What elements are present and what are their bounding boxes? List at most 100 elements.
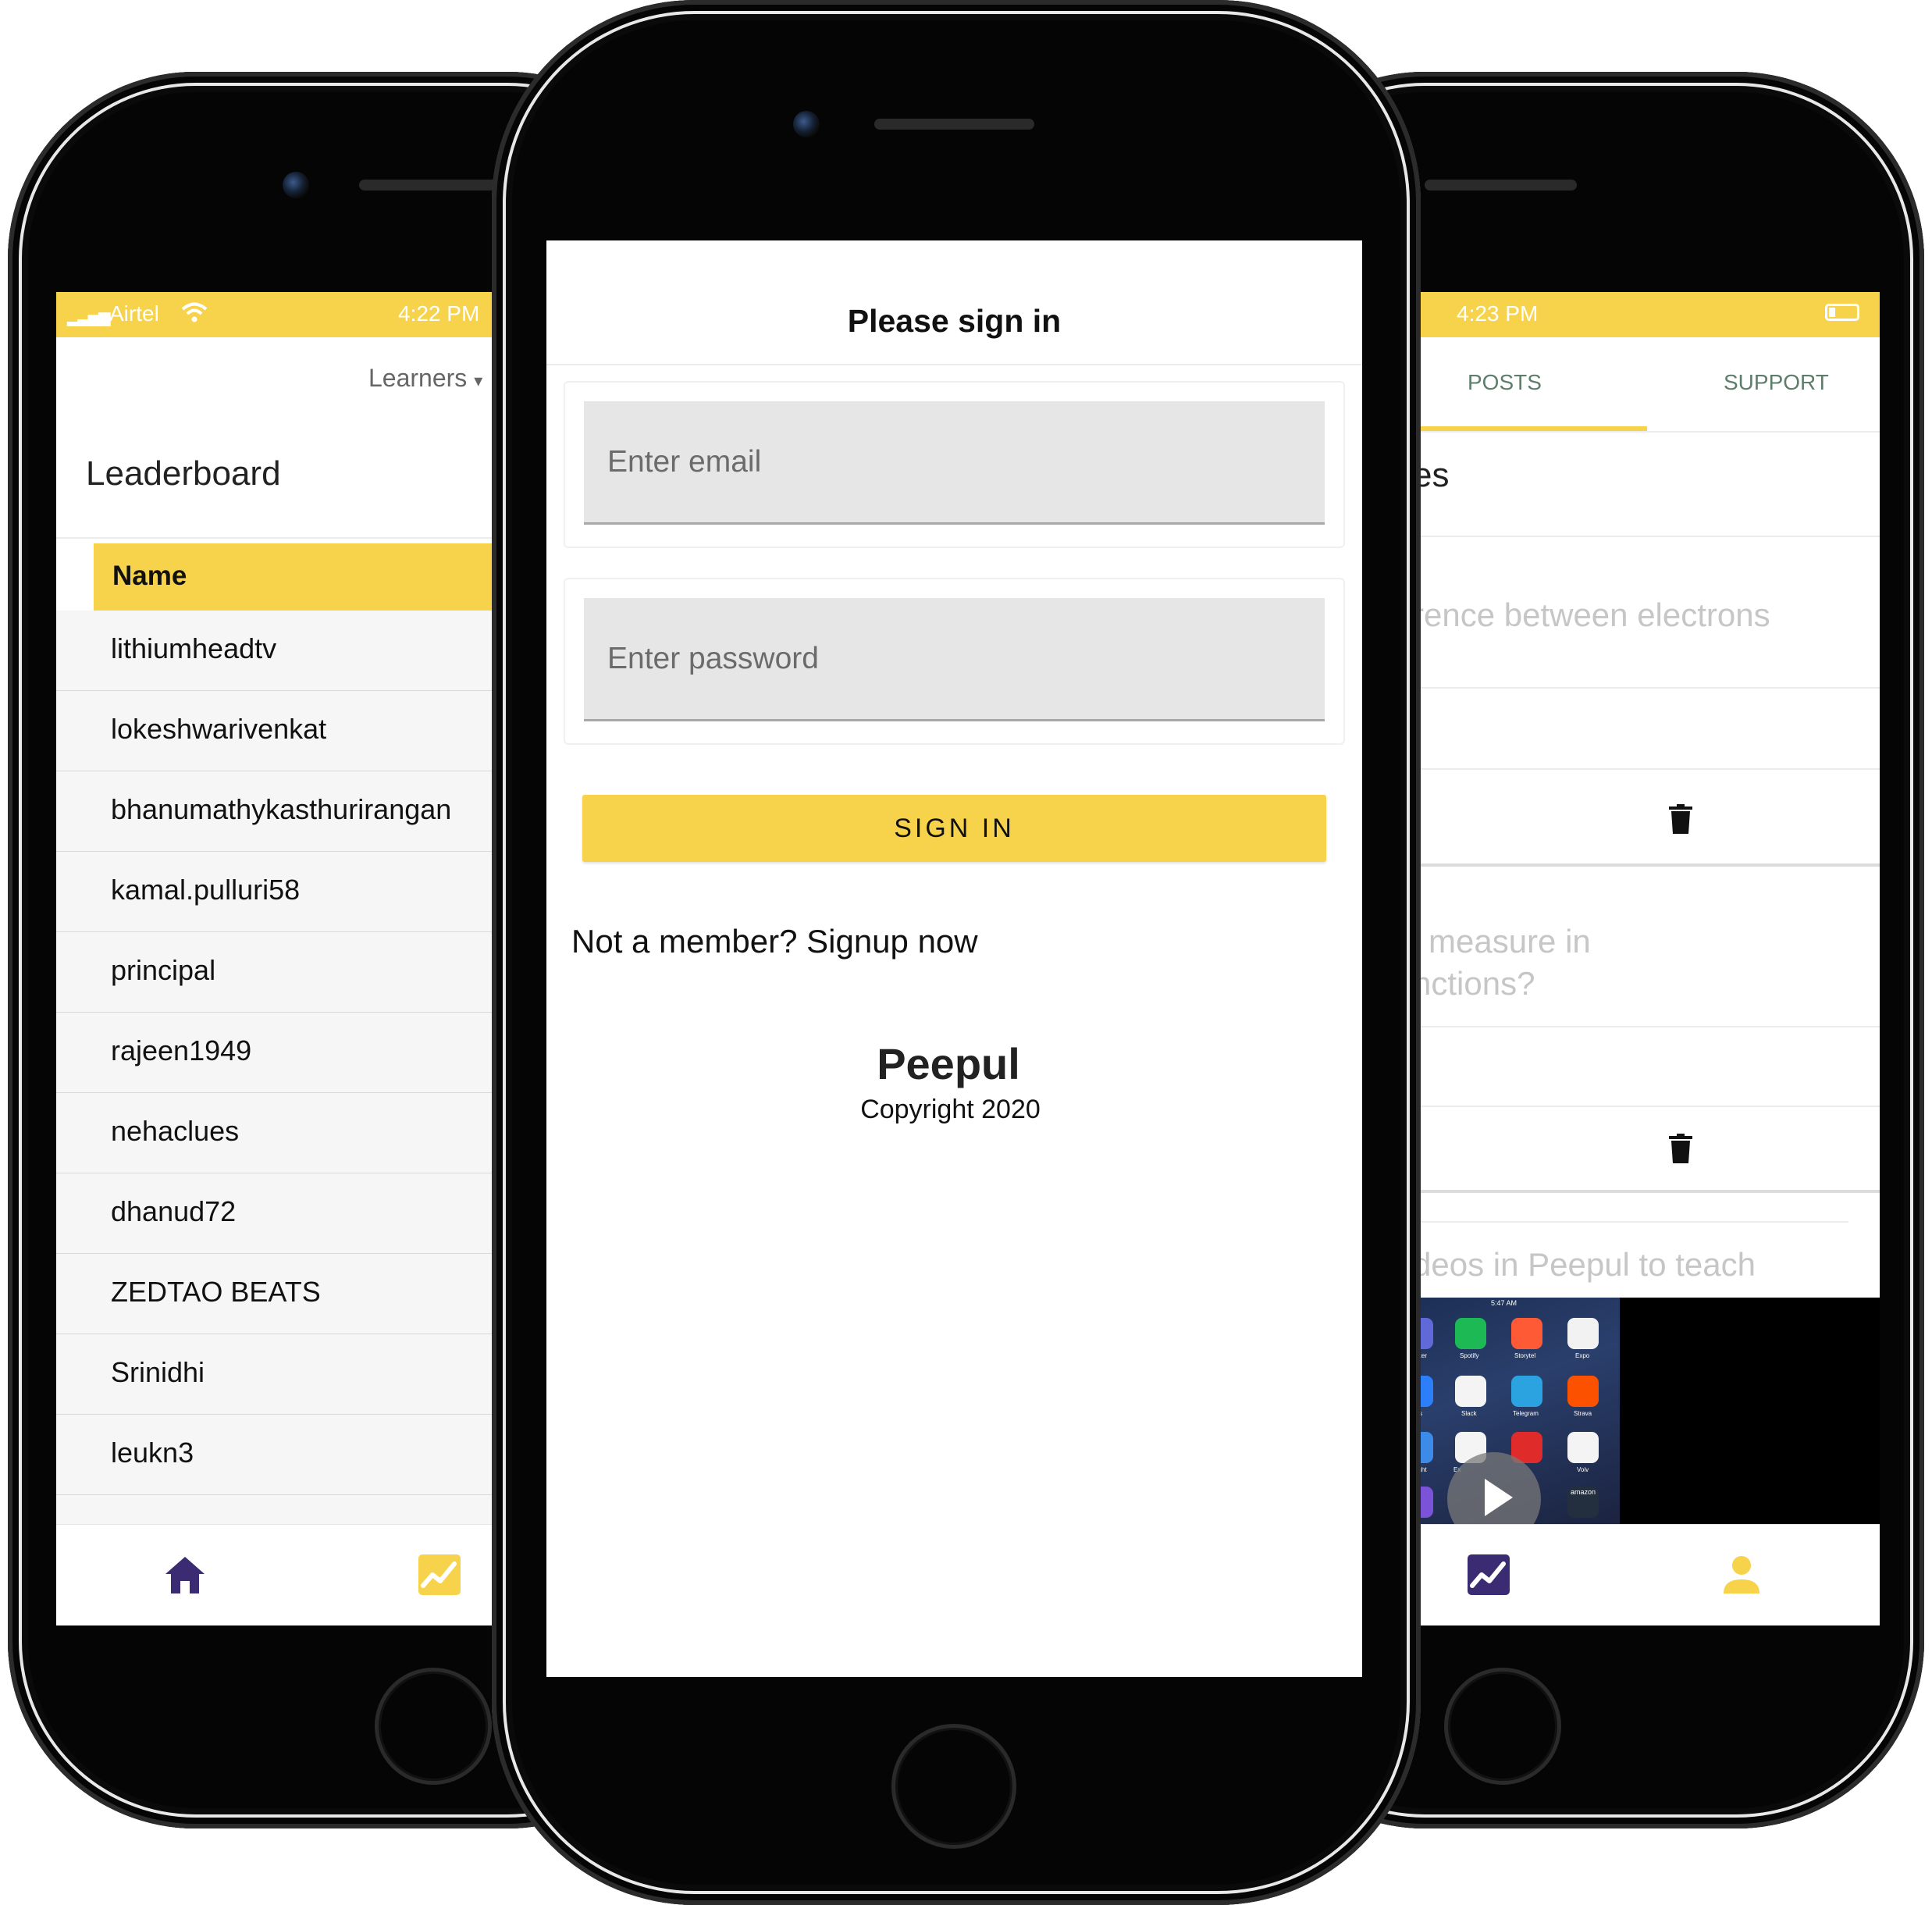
play-button-icon[interactable] [1447, 1452, 1541, 1524]
camera-icon [793, 111, 820, 137]
app-icon [1511, 1376, 1542, 1407]
column-name-header: Name [112, 561, 187, 591]
table-row [56, 1495, 509, 1524]
learners-dropdown[interactable]: Learners ▾ [368, 364, 482, 393]
app-label: Storytel [1514, 1352, 1536, 1359]
divider [1413, 536, 1880, 537]
app-icon [1455, 1376, 1486, 1407]
battery-icon [1825, 304, 1859, 321]
divider [56, 537, 509, 539]
divider [546, 364, 1362, 365]
home-button[interactable] [375, 1668, 492, 1785]
sign-in-label: SIGN IN [894, 814, 1015, 843]
post-title-line2[interactable]: nctions? [1413, 965, 1535, 1002]
app-icon [1511, 1318, 1542, 1349]
bottom-tab-bar [1413, 1524, 1880, 1625]
row-name: kamal.pulluri58 [111, 874, 301, 906]
speaker-grille [874, 119, 1034, 130]
video-thumbnail[interactable]: 5:47 AM Locker Spotify Storytel Expo ell… [1413, 1298, 1880, 1524]
app-icon [1567, 1432, 1599, 1463]
app-label: Telegram [1513, 1410, 1539, 1417]
home-icon[interactable] [164, 1554, 206, 1595]
app-icon [1455, 1318, 1486, 1349]
divider [1413, 1106, 1880, 1107]
user-icon[interactable] [1722, 1554, 1761, 1595]
row-name: lithiumheadtv [111, 632, 277, 664]
row-name: leukn3 [111, 1437, 194, 1469]
row-name: principal [111, 954, 216, 986]
tab-posts[interactable]: POSTS [1413, 337, 1647, 431]
post-separator [1413, 1190, 1880, 1193]
email-placeholder: Enter email [607, 445, 762, 479]
table-row[interactable]: lokeshwarivenkat [56, 691, 509, 772]
app-icon [1567, 1318, 1599, 1349]
email-field[interactable]: Enter email [584, 401, 1325, 525]
table-row[interactable]: nehaclues [56, 1093, 509, 1174]
row-name: lokeshwarivenkat [111, 713, 327, 745]
status-time: 4:22 PM [398, 301, 480, 326]
table-row[interactable]: lithiumheadtv [56, 611, 509, 692]
speaker-grille [1425, 180, 1577, 190]
camera-icon [283, 172, 309, 198]
divider [1413, 687, 1880, 689]
app-label: amazon [1571, 1488, 1596, 1496]
post-title-line1[interactable]: measure in [1429, 923, 1591, 960]
app-label: Slack [1461, 1410, 1477, 1417]
video-time: 5:47 AM [1491, 1299, 1517, 1307]
brand-name: Peepul [877, 1039, 1020, 1088]
row-name: rajeen1949 [111, 1034, 252, 1066]
app-label: Expo [1575, 1352, 1590, 1359]
app-label: Voiv [1577, 1466, 1589, 1473]
password-placeholder: Enter password [607, 642, 819, 675]
bottom-tab-bar [56, 1524, 509, 1625]
table-header: Name [94, 543, 509, 611]
table-row[interactable]: kamal.pulluri58 [56, 852, 509, 933]
tab-support[interactable]: SUPPORT [1647, 337, 1880, 431]
status-bar: 4:23 PM [1413, 292, 1880, 337]
table-row[interactable]: dhanud72 [56, 1173, 509, 1255]
home-button[interactable] [1444, 1668, 1561, 1785]
app-label: Spotify [1460, 1352, 1479, 1359]
status-time: 4:23 PM [1457, 301, 1539, 326]
table-row[interactable]: ZEDTAO BEATS [56, 1254, 509, 1335]
table-row[interactable]: leukn3 [56, 1415, 509, 1496]
app-icon [1567, 1376, 1599, 1407]
divider [1413, 768, 1880, 770]
center-screen: Please sign in Enter email Enter passwor… [546, 240, 1362, 1677]
status-bar: ▂▃▅▆ Airtel 4:22 PM [56, 292, 509, 337]
home-button[interactable] [891, 1724, 1016, 1849]
page-title: Leaderboard [86, 454, 281, 493]
row-name: nehaclues [111, 1115, 240, 1147]
page-title: Please sign in [847, 303, 1062, 339]
table-row[interactable]: principal [56, 932, 509, 1013]
video-screenshot: 5:47 AM Locker Spotify Storytel Expo ell… [1413, 1298, 1620, 1524]
row-name: dhanud72 [111, 1195, 237, 1227]
chart-icon[interactable] [418, 1554, 461, 1595]
post-title[interactable]: deos in Peepul to teach [1413, 1246, 1756, 1284]
row-name: ZEDTAO BEATS [111, 1276, 321, 1308]
password-field[interactable]: Enter password [584, 598, 1325, 721]
sign-in-button[interactable]: SIGN IN [582, 795, 1326, 862]
table-row[interactable]: bhanumathykasthurirangan [56, 771, 509, 853]
row-name: bhanumathykasthurirangan [111, 793, 452, 825]
post-title[interactable]: rence between electrons [1413, 596, 1770, 634]
tab-support-label: SUPPORT [1724, 370, 1829, 394]
center-phone: Please sign in Enter email Enter passwor… [492, 0, 1421, 1905]
copyright-text: Copyright 2020 [860, 1095, 1041, 1124]
tab-posts-label: POSTS [1468, 370, 1542, 394]
email-field-card: Enter email [564, 381, 1345, 548]
divider [1413, 1026, 1880, 1027]
chart-icon[interactable] [1468, 1554, 1510, 1595]
row-name: Srinidhi [111, 1356, 205, 1388]
wifi-icon [181, 302, 208, 322]
signup-link[interactable]: Not a member? Signup now [571, 923, 978, 960]
chevron-down-icon: ▾ [474, 371, 483, 390]
table-row[interactable]: rajeen1949 [56, 1013, 509, 1094]
right-screen: 4:23 PM POSTS SUPPORT es rence between e… [1413, 292, 1880, 1625]
trash-icon[interactable] [1669, 804, 1692, 834]
left-screen: ▂▃▅▆ Airtel 4:22 PM Learners ▾ Leaderboa… [56, 292, 509, 1625]
dropdown-label: Learners [368, 364, 468, 392]
trash-icon[interactable] [1669, 1134, 1692, 1163]
table-row[interactable]: Srinidhi [56, 1334, 509, 1415]
top-tab-bar: POSTS SUPPORT [1413, 337, 1880, 433]
